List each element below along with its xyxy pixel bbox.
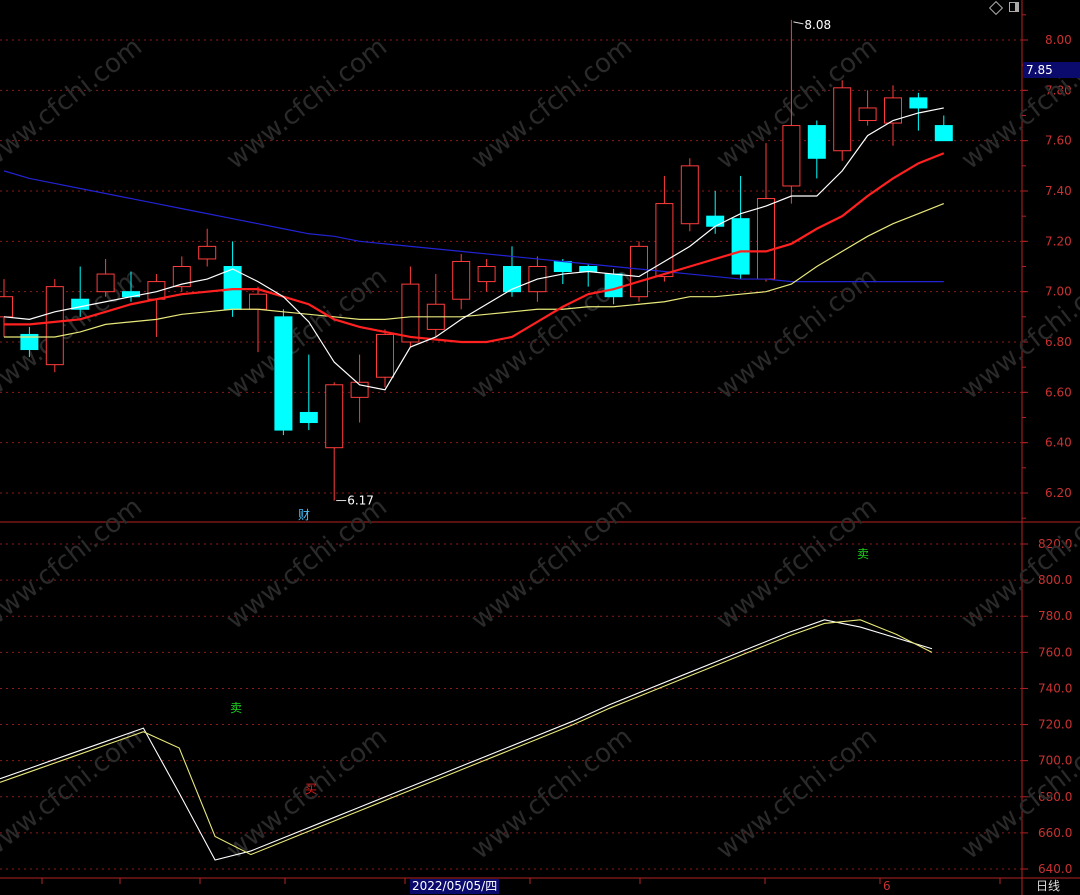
price-tick-label: 7.40: [1045, 184, 1072, 198]
indicator-tick-label: 720.0: [1038, 718, 1072, 732]
high-marker-arrow: [793, 21, 804, 25]
indicator-tick-label: 640.0: [1038, 862, 1072, 876]
panel-toggle-icon[interactable]: [1009, 2, 1019, 12]
candle-body: [833, 87, 852, 152]
high-price-label: 8.08: [804, 18, 831, 32]
watermark-text: www.cfchi.com: [0, 722, 148, 866]
candle-body: [807, 125, 826, 159]
indicator-tick-label: 760.0: [1038, 645, 1072, 659]
watermark-text: www.cfchi.com: [956, 722, 1080, 866]
candle-body: [858, 107, 877, 122]
candle-body: [223, 266, 242, 310]
candle-body: [680, 165, 699, 225]
stock-chart[interactable]: 8.007.807.607.407.207.006.806.606.406.20…: [0, 0, 1080, 895]
signal-label: 买: [305, 782, 317, 796]
candle-body: [477, 266, 496, 283]
ma60-line: [3, 170, 944, 283]
candle-body: [757, 198, 775, 280]
timeframe-label[interactable]: 日线: [1036, 879, 1060, 894]
candle-body: [604, 273, 623, 298]
price-tick-label: 8.00: [1045, 33, 1072, 47]
candle-body: [579, 266, 598, 273]
candle-body: [731, 218, 750, 275]
candle-body: [909, 97, 928, 109]
watermark-text: www.cfchi.com: [711, 492, 883, 636]
candle-body: [452, 260, 471, 300]
watermark-text: www.cfchi.com: [711, 262, 883, 406]
candle-body: [249, 293, 267, 310]
indicator-tick-label: 660.0: [1038, 826, 1072, 840]
low-price-label: 6.17: [347, 494, 374, 508]
candle-body: [630, 245, 648, 298]
candle-body: [96, 273, 115, 293]
date-axis-label-short: 6: [883, 879, 891, 893]
candle-body: [934, 125, 953, 142]
watermark-text: www.cfchi.com: [466, 32, 638, 176]
watermark-text: www.cfchi.com: [0, 492, 148, 636]
candle-body: [0, 296, 13, 318]
watermark-text: www.cfchi.com: [711, 722, 883, 866]
candle-body: [782, 125, 801, 187]
price-tick-label: 7.60: [1045, 134, 1072, 148]
candle-body: [198, 245, 217, 260]
watermark-text: www.cfchi.com: [956, 32, 1080, 176]
candle-body: [274, 316, 293, 431]
candle-body: [553, 260, 572, 273]
candle-body: [706, 215, 725, 227]
candle-body: [299, 411, 318, 424]
signal-label: 卖: [857, 547, 869, 561]
candle-body: [45, 286, 64, 366]
watermark-text: www.cfchi.com: [466, 492, 638, 636]
price-tick-label: 6.20: [1045, 486, 1072, 500]
candle-body: [401, 283, 420, 343]
watermark-text: www.cfchi.com: [956, 262, 1080, 406]
candle-body: [325, 384, 344, 449]
candle-body: [376, 333, 394, 378]
watermark-text: www.cfchi.com: [466, 722, 638, 866]
date-axis-label: 2022/05/05/四: [410, 879, 500, 894]
price-tick-label: 6.40: [1045, 436, 1072, 450]
indicator-tick-label: 780.0: [1038, 609, 1072, 623]
watermark-text: www.cfchi.com: [0, 32, 148, 176]
indicator-tick-label: 740.0: [1038, 681, 1072, 695]
watermark-text: www.cfchi.com: [221, 32, 393, 176]
candle-body: [503, 266, 521, 293]
price-tick-label: 6.60: [1045, 385, 1072, 399]
price-tick-label: 7.20: [1045, 234, 1072, 248]
current-price-badge: 7.85: [1023, 62, 1080, 78]
event-marker-label: 财: [298, 508, 310, 522]
signal-label: 卖: [230, 701, 242, 715]
